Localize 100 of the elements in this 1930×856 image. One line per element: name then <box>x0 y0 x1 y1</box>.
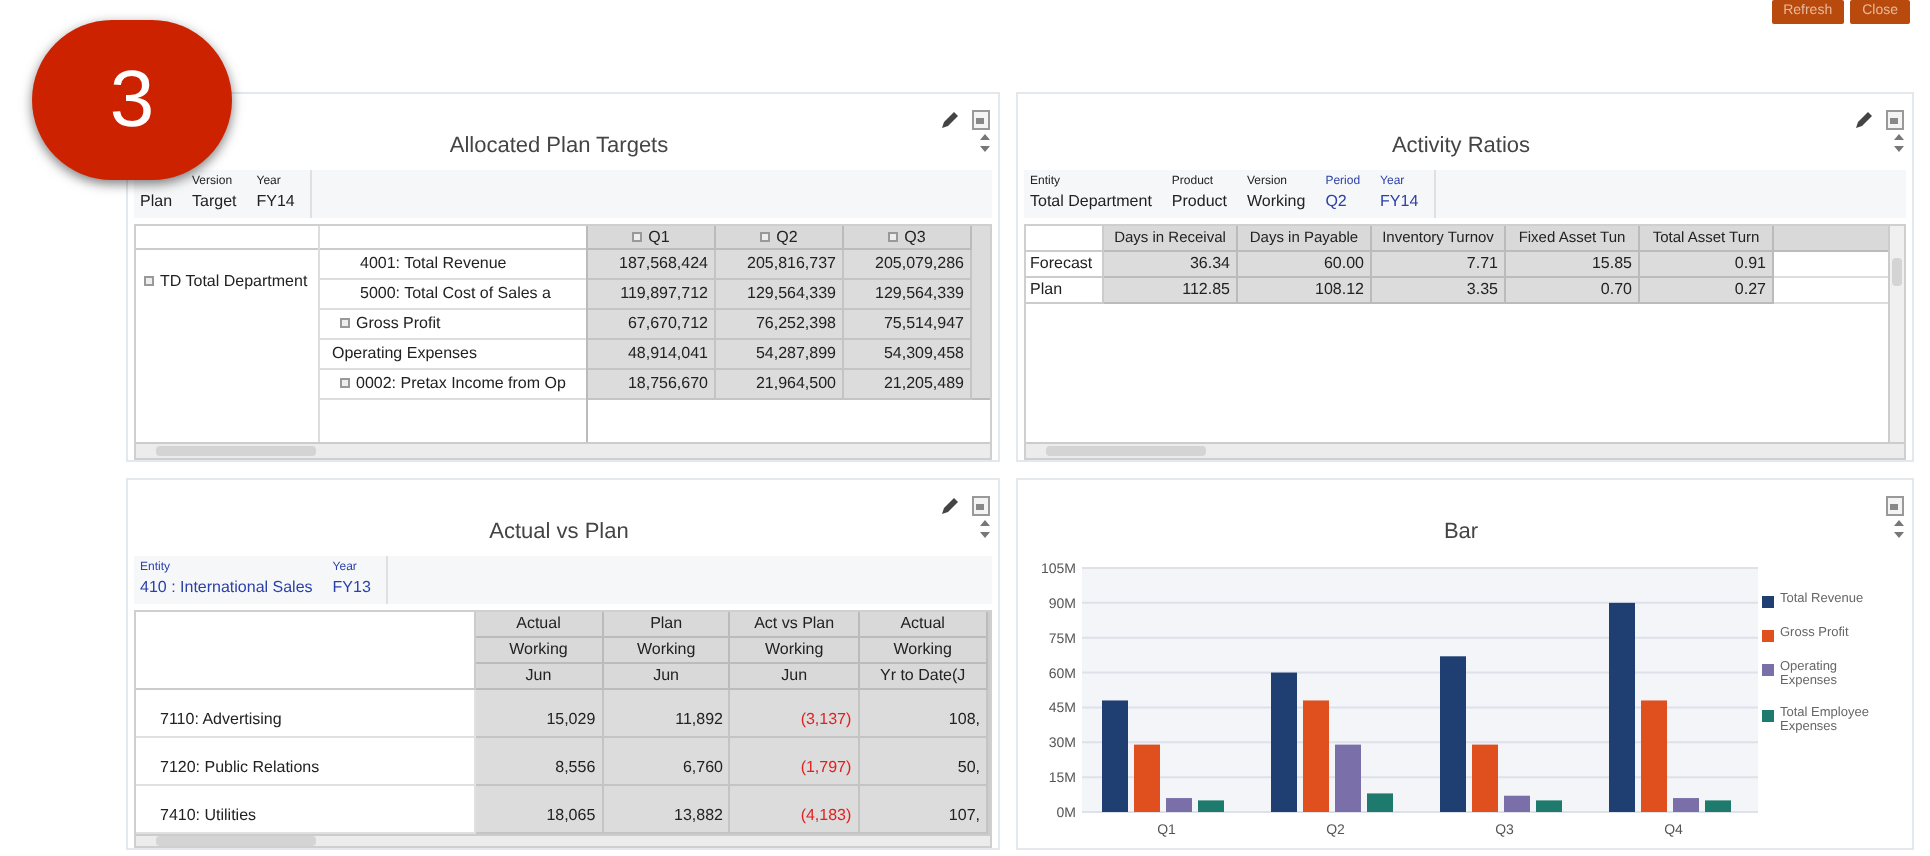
data-cell: 187,568,424 <box>588 250 716 280</box>
column-header[interactable]: Jun <box>602 663 730 689</box>
row-header: 7120: Public Relations <box>136 737 475 785</box>
bar <box>1705 800 1731 812</box>
expand-icon[interactable] <box>888 232 899 242</box>
row-header: 5000: Total Cost of Sales a <box>360 282 551 306</box>
bar <box>1536 800 1562 812</box>
row-header: 4001: Total Revenue <box>360 252 507 276</box>
data-cell: 21,964,500 <box>716 370 844 400</box>
data-cell: 112.85 <box>1104 278 1238 304</box>
column-header[interactable]: Working <box>729 637 859 663</box>
data-cell: 60.00 <box>1238 252 1372 278</box>
pov-value[interactable]: FY14 <box>1380 190 1419 212</box>
column-header[interactable]: Jun <box>729 663 859 689</box>
column-header[interactable]: Working <box>602 637 730 663</box>
column-header[interactable]: Q3 <box>844 226 972 250</box>
column-header[interactable]: Q2 <box>716 226 844 250</box>
column-header[interactable]: Plan <box>602 612 730 637</box>
data-cell: 18,065 <box>474 785 603 833</box>
row-header: Gross Profit <box>340 312 441 336</box>
data-cell: 67,670,712 <box>588 310 716 340</box>
pov-value[interactable]: 410 : International Sales <box>140 576 313 598</box>
expand-icon[interactable] <box>632 232 643 242</box>
bar <box>1472 744 1498 812</box>
maximize-icon[interactable] <box>1886 496 1904 516</box>
bar <box>1166 798 1192 812</box>
panel-title: Bar <box>1443 517 1479 547</box>
data-cell: 129,564,339 <box>716 280 844 310</box>
data-cell: 205,816,737 <box>716 250 844 280</box>
data-cell: 6,760 <box>602 737 730 785</box>
data-cell: 15.85 <box>1506 252 1640 278</box>
maximize-icon[interactable] <box>1886 110 1904 130</box>
data-cell: 0.27 <box>1640 278 1774 304</box>
horizontal-scrollbar[interactable] <box>136 834 990 846</box>
horizontal-scrollbar[interactable] <box>1026 442 1904 458</box>
scroll-arrows-icon[interactable] <box>1894 520 1904 538</box>
panel-title: Allocated Plan Targets <box>449 131 669 161</box>
data-cell: 75,514,947 <box>844 310 972 340</box>
bar <box>1102 700 1128 812</box>
row-header: 0002: Pretax Income from Op <box>340 372 566 396</box>
data-cell: 108, <box>858 689 987 737</box>
pov-value[interactable]: Total Department <box>1030 190 1152 212</box>
column-header[interactable]: Jun <box>474 663 603 689</box>
expand-icon[interactable] <box>144 276 154 287</box>
scroll-arrows-icon[interactable] <box>980 520 990 538</box>
pov-value[interactable]: FY13 <box>332 576 371 598</box>
vertical-scrollbar[interactable] <box>1888 226 1904 442</box>
column-header[interactable]: Yr to Date(J <box>858 663 987 689</box>
data-cell: 108.12 <box>1238 278 1372 304</box>
column-header[interactable]: Working <box>474 637 603 663</box>
data-cell: 54,287,899 <box>716 340 844 370</box>
expand-icon[interactable] <box>340 318 350 329</box>
data-cell: (3,137) <box>729 689 859 737</box>
vertical-scrollbar[interactable] <box>988 612 990 834</box>
maximize-icon[interactable] <box>972 110 990 130</box>
pencil-icon[interactable] <box>940 496 960 516</box>
data-cell: 129,564,339 <box>844 280 972 310</box>
pov-value[interactable]: Target <box>192 190 237 212</box>
expand-icon[interactable] <box>760 232 771 242</box>
panel-title: Actual vs Plan <box>489 517 629 547</box>
pencil-icon[interactable] <box>1854 110 1874 130</box>
bar <box>1271 672 1297 812</box>
column-header[interactable]: Q1 <box>588 226 716 250</box>
row-header[interactable]: TD Total Department <box>144 272 308 290</box>
horizontal-scrollbar[interactable] <box>136 442 990 458</box>
data-cell: 11,892 <box>602 689 730 737</box>
pencil-icon[interactable] <box>940 110 960 130</box>
bar <box>1335 744 1361 812</box>
pov-value[interactable]: Q2 <box>1325 190 1361 212</box>
expand-icon[interactable] <box>340 378 350 389</box>
bar <box>1641 700 1667 812</box>
column-header[interactable]: Actual <box>858 612 987 637</box>
data-cell: 107, <box>858 785 987 833</box>
pov-value[interactable]: Plan <box>140 190 173 212</box>
data-cell: (1,797) <box>729 737 859 785</box>
bar <box>1134 744 1160 812</box>
data-cell: 50, <box>858 737 987 785</box>
data-cell: 76,252,398 <box>716 310 844 340</box>
pov-value[interactable]: Product <box>1171 190 1227 212</box>
column-header[interactable]: Actual <box>474 612 603 637</box>
panel-title: Activity Ratios <box>1391 131 1531 161</box>
maximize-icon[interactable] <box>972 496 990 516</box>
data-cell: 15,029 <box>474 689 603 737</box>
data-cell: 119,897,712 <box>588 280 716 310</box>
bar <box>1198 800 1224 812</box>
bar <box>1367 793 1393 812</box>
scroll-arrows-icon[interactable] <box>1894 134 1904 152</box>
data-cell: 36.34 <box>1104 252 1238 278</box>
pov-value[interactable]: FY14 <box>256 190 295 212</box>
data-cell: 3.35 <box>1372 278 1506 304</box>
data-cell: 13,882 <box>602 785 730 833</box>
row-header: Operating Expenses <box>332 342 477 366</box>
data-cell: 205,079,286 <box>844 250 972 280</box>
column-header[interactable]: Working <box>858 637 987 663</box>
bar <box>1303 700 1329 812</box>
scroll-arrows-icon[interactable] <box>980 134 990 152</box>
pov-value[interactable]: Working <box>1247 190 1306 212</box>
column-header[interactable]: Act vs Plan <box>729 612 859 637</box>
data-cell: (4,183) <box>729 785 859 833</box>
data-cell: 18,756,670 <box>588 370 716 400</box>
